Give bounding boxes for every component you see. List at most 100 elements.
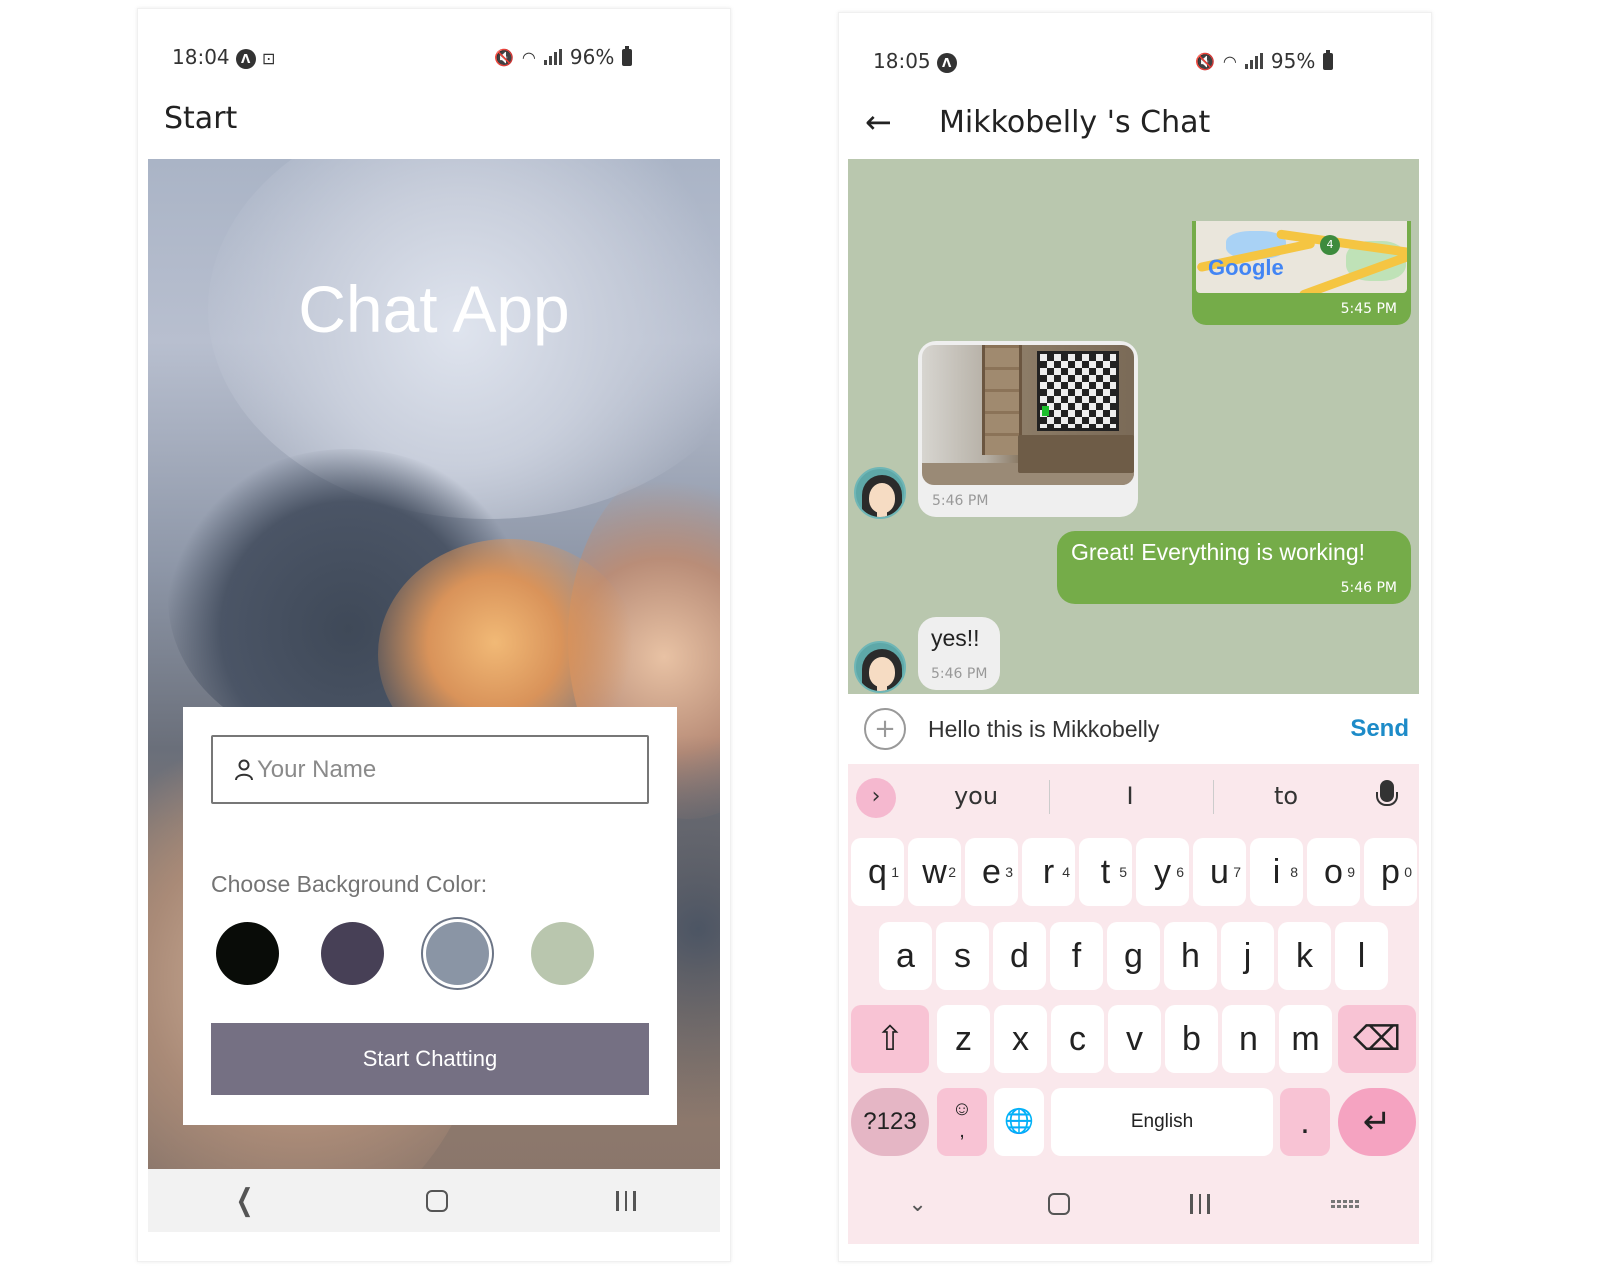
message-time: 5:46 PM bbox=[931, 666, 988, 682]
key-hint-1: 1 bbox=[891, 864, 899, 880]
suggestion-you[interactable]: you bbox=[916, 782, 1036, 810]
status-time: 18:04 bbox=[172, 45, 230, 69]
key-y[interactable]: y6 bbox=[1136, 838, 1189, 906]
key-v[interactable]: v bbox=[1108, 1005, 1161, 1073]
key-r[interactable]: r4 bbox=[1022, 838, 1075, 906]
key-f[interactable]: f bbox=[1050, 922, 1103, 990]
key-e[interactable]: e3 bbox=[965, 838, 1018, 906]
key-s[interactable]: s bbox=[936, 922, 989, 990]
key-g[interactable]: g bbox=[1107, 922, 1160, 990]
period-key[interactable]: . bbox=[1280, 1088, 1330, 1156]
tv-screen bbox=[1037, 351, 1119, 431]
key-hint-9: 9 bbox=[1347, 864, 1355, 880]
key-d[interactable]: d bbox=[993, 922, 1046, 990]
key-w[interactable]: w2 bbox=[908, 838, 961, 906]
keyboard-switch-icon[interactable] bbox=[1330, 1200, 1359, 1208]
name-field[interactable] bbox=[211, 735, 649, 804]
back-arrow-icon[interactable]: ← bbox=[865, 103, 892, 141]
google-logo: Google bbox=[1208, 255, 1284, 280]
key-p[interactable]: p0 bbox=[1364, 838, 1417, 906]
key-k[interactable]: k bbox=[1278, 922, 1331, 990]
key-q[interactable]: q1 bbox=[851, 838, 904, 906]
status-time: 18:05 bbox=[873, 49, 931, 73]
key-c[interactable]: c bbox=[1051, 1005, 1104, 1073]
key-l[interactable]: l bbox=[1335, 922, 1388, 990]
mute-icon: 🔇 bbox=[1195, 51, 1215, 71]
wifi-icon: ◠ bbox=[1222, 51, 1237, 71]
color-swatch-black[interactable] bbox=[216, 922, 279, 985]
key-hint-4: 4 bbox=[1062, 864, 1070, 880]
location-message[interactable]: Google 4 5:45 PM bbox=[1192, 221, 1411, 325]
backspace-key[interactable]: ⌫ bbox=[1338, 1005, 1416, 1073]
outgoing-message[interactable]: Great! Everything is working! 5:46 PM bbox=[1057, 531, 1411, 604]
hide-keyboard-icon[interactable]: ⌄ bbox=[908, 1192, 926, 1217]
back-icon[interactable]: ❮ bbox=[236, 1183, 254, 1218]
image-message[interactable]: 5:46 PM bbox=[918, 341, 1138, 517]
battery-percent: 96% bbox=[569, 45, 615, 69]
message-list[interactable]: Google 4 5:45 PM 5:46 PM Great! Everythi… bbox=[848, 159, 1419, 694]
message-input[interactable] bbox=[928, 715, 1318, 743]
recent-apps-icon[interactable] bbox=[1190, 1194, 1210, 1214]
color-swatch-grey-blue[interactable] bbox=[426, 922, 489, 985]
key-u[interactable]: u7 bbox=[1193, 838, 1246, 906]
map-thumbnail[interactable]: Google 4 bbox=[1196, 221, 1407, 293]
key-o[interactable]: o9 bbox=[1307, 838, 1360, 906]
enter-key[interactable]: ↵ bbox=[1338, 1088, 1416, 1156]
color-swatch-purple[interactable] bbox=[321, 922, 384, 985]
key-b[interactable]: b bbox=[1165, 1005, 1218, 1073]
key-z[interactable]: z bbox=[937, 1005, 990, 1073]
key-hint-7: 7 bbox=[1233, 864, 1241, 880]
key-i[interactable]: i8 bbox=[1250, 838, 1303, 906]
emoji-comma-key[interactable]: ☺, bbox=[937, 1088, 987, 1156]
signal-icon bbox=[543, 49, 562, 65]
message-text: yes!! bbox=[931, 625, 980, 651]
name-input[interactable] bbox=[257, 755, 637, 784]
suggestion-to[interactable]: to bbox=[1226, 782, 1346, 810]
key-hint-5: 5 bbox=[1119, 864, 1127, 880]
on-screen-keyboard: › you I to q1w2e3r4t5y6u7i8o9p0 asdfghjkl… bbox=[848, 764, 1419, 1234]
send-button[interactable]: Send bbox=[1350, 715, 1409, 743]
space-key[interactable]: English bbox=[1051, 1088, 1273, 1156]
key-j[interactable]: j bbox=[1221, 922, 1274, 990]
suggestion-i[interactable]: I bbox=[1070, 782, 1190, 810]
key-x[interactable]: x bbox=[994, 1005, 1047, 1073]
message-time: 5:45 PM bbox=[1340, 301, 1397, 317]
home-icon[interactable] bbox=[1047, 1193, 1070, 1215]
symbols-key[interactable]: ?123 bbox=[851, 1088, 929, 1156]
microphone-icon[interactable] bbox=[1376, 780, 1398, 806]
status-bar: 18:04 Λ ⊡ 🔇 ◠ 96% bbox=[138, 35, 730, 75]
battery-icon bbox=[1323, 49, 1334, 70]
key-t[interactable]: t5 bbox=[1079, 838, 1132, 906]
recent-apps-icon[interactable] bbox=[616, 1190, 636, 1211]
message-time: 5:46 PM bbox=[932, 493, 989, 509]
incoming-message[interactable]: yes!! 5:46 PM bbox=[918, 617, 1000, 690]
key-hint-8: 8 bbox=[1290, 864, 1298, 880]
message-time: 5:46 PM bbox=[1340, 580, 1397, 596]
plus-icon[interactable]: + bbox=[864, 708, 906, 750]
user-icon bbox=[235, 759, 253, 780]
suggestion-bar: › you I to bbox=[848, 764, 1419, 830]
message-composer: + Send bbox=[848, 694, 1419, 764]
chat-screen-phone: 18:05 Λ 🔇 ◠ 95% ← Mikkobelly 's Chat Goog… bbox=[838, 12, 1432, 1262]
key-h[interactable]: h bbox=[1164, 922, 1217, 990]
home-icon[interactable] bbox=[425, 1189, 448, 1212]
avatar[interactable] bbox=[854, 641, 906, 693]
key-n[interactable]: n bbox=[1222, 1005, 1275, 1073]
shared-photo[interactable] bbox=[922, 345, 1134, 485]
emoji-icon: ☺ bbox=[951, 1098, 973, 1120]
avatar[interactable] bbox=[854, 467, 906, 519]
expand-toolbar-icon[interactable]: › bbox=[856, 778, 896, 818]
color-swatch-green[interactable] bbox=[531, 922, 594, 985]
keyboard-nav-bar: ⌄ bbox=[848, 1174, 1419, 1234]
comma-label: , bbox=[959, 1120, 965, 1142]
start-chatting-button[interactable]: Start Chatting bbox=[211, 1023, 649, 1095]
key-a[interactable]: a bbox=[879, 922, 932, 990]
message-text: Great! Everything is working! bbox=[1071, 539, 1366, 565]
key-m[interactable]: m bbox=[1279, 1005, 1332, 1073]
globe-language-key[interactable]: 🌐 bbox=[994, 1088, 1044, 1156]
app-notification-icon: Λ bbox=[235, 48, 256, 69]
app-notification-icon: Λ bbox=[936, 52, 957, 73]
shift-key[interactable]: ⇧ bbox=[851, 1005, 929, 1073]
key-hint-2: 2 bbox=[948, 864, 956, 880]
start-form-card: Choose Background Color: Start Chatting bbox=[183, 707, 677, 1125]
